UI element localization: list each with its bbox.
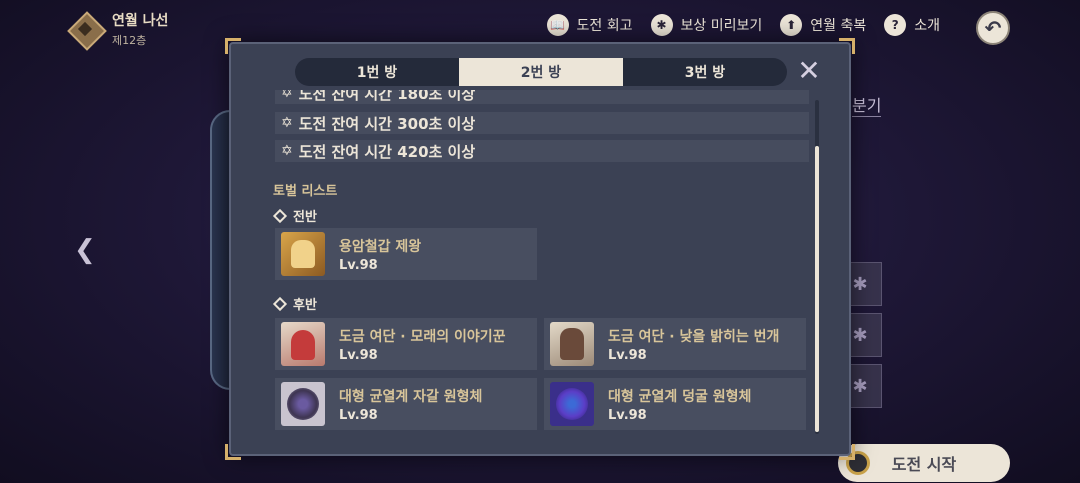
side-label: 분기: [852, 92, 882, 117]
enemy-portrait-icon: [281, 322, 325, 366]
enemy-level: Lv.98: [339, 347, 378, 363]
star-icon: ✡: [281, 143, 293, 159]
enemy-card[interactable]: 도금 여단 · 낮을 밝히는 번개 Lv.98: [544, 318, 806, 370]
previous-arrow-icon[interactable]: ❮: [74, 235, 96, 265]
abyss-emblem-icon: [68, 12, 102, 46]
enemy-name: 도금 여단 · 낮을 밝히는 번개: [608, 328, 780, 345]
enemy-portrait-icon: [550, 382, 594, 426]
menu-label: 소개: [914, 18, 940, 34]
second-half-label: 후반: [272, 294, 317, 313]
enemy-level: Lv.98: [608, 407, 647, 423]
condition-text: 도전 잔여 시간 180초 이상: [298, 90, 476, 103]
enemy-portrait-icon: [281, 382, 325, 426]
enemy-level: Lv.98: [339, 407, 378, 423]
condition-row: ✡ 도전 잔여 시간 180초 이상: [275, 90, 809, 104]
menu-intro[interactable]: ? 소개: [884, 14, 940, 36]
domain-header: 연월 나선 제12층: [68, 10, 168, 48]
close-icon[interactable]: ✕: [795, 57, 823, 86]
tab-chamber-2[interactable]: 2번 방: [459, 58, 623, 86]
enemy-level: Lv.98: [608, 347, 647, 363]
star-icon: ✡: [281, 115, 293, 131]
star-icon: ✡: [281, 90, 293, 101]
condition-text: 도전 잔여 시간 420초 이상: [298, 142, 476, 161]
modal-content[interactable]: ✡ 도전 잔여 시간 180초 이상 ✡ 도전 잔여 시간 300초 이상 ✡ …: [271, 90, 811, 434]
second-half-text: 후반: [293, 298, 317, 313]
enemy-portrait-icon: [550, 322, 594, 366]
chamber-detail-modal: 1번 방 2번 방 3번 방 ✕ ✡ 도전 잔여 시간 180초 이상 ✡ 도전…: [225, 38, 855, 460]
enemy-name: 도금 여단 · 모래의 이야기꾼: [339, 328, 506, 345]
scrollbar[interactable]: [815, 100, 819, 434]
enemy-name: 대형 균열계 자갈 원형체: [339, 388, 483, 405]
blessing-icon: ⬆: [780, 14, 803, 36]
enemy-name: 용암철갑 제왕: [339, 238, 422, 255]
corner-ornament: [839, 444, 855, 460]
chamber-tabs: 1번 방 2번 방 3번 방: [295, 58, 787, 86]
menu-reward-preview[interactable]: ✱ 보상 미리보기: [650, 14, 763, 36]
start-challenge-button[interactable]: 도전 시작: [838, 444, 1010, 482]
enemy-card[interactable]: 대형 균열계 자갈 원형체 Lv.98: [275, 378, 537, 430]
scrollbar-thumb[interactable]: [815, 146, 819, 432]
menu-blessing[interactable]: ⬆ 연월 축복: [780, 14, 866, 36]
enemy-card[interactable]: 도금 여단 · 모래의 이야기꾼 Lv.98: [275, 318, 537, 370]
menu-label: 도전 회고: [576, 18, 633, 34]
enemy-card[interactable]: 대형 균열계 덩굴 원형체 Lv.98: [544, 378, 806, 430]
menu-label: 연월 축복: [810, 18, 867, 34]
book-icon: 📖: [546, 14, 569, 36]
tab-chamber-3[interactable]: 3번 방: [623, 58, 787, 86]
top-menu: 📖 도전 회고 ✱ 보상 미리보기 ⬆ 연월 축복 ? 소개: [546, 14, 940, 36]
domain-title: 연월 나선: [112, 13, 169, 29]
enemy-level: Lv.98: [339, 257, 378, 273]
first-half-label: 전반: [272, 206, 317, 225]
enemy-portrait-icon: [281, 232, 325, 276]
condition-text: 도전 잔여 시간 300초 이상: [298, 114, 476, 133]
corner-ornament: [225, 38, 241, 54]
tab-chamber-1[interactable]: 1번 방: [295, 58, 459, 86]
corner-ornament: [839, 38, 855, 54]
corner-ornament: [225, 444, 241, 460]
diamond-icon: [272, 208, 288, 223]
first-half-text: 전반: [293, 210, 317, 225]
start-button-label: 도전 시작: [891, 455, 957, 474]
floor-label: 제12층: [112, 34, 147, 47]
enemy-card[interactable]: 용암철갑 제왕 Lv.98: [275, 228, 537, 280]
condition-row: ✡ 도전 잔여 시간 420초 이상: [275, 140, 809, 162]
condition-row: ✡ 도전 잔여 시간 300초 이상: [275, 112, 809, 134]
menu-challenge-review[interactable]: 📖 도전 회고: [546, 14, 633, 36]
diamond-icon: [272, 296, 288, 311]
back-button[interactable]: ↶: [976, 11, 1010, 45]
help-icon: ?: [884, 14, 907, 36]
enemy-list-title: 토벌 리스트: [273, 184, 338, 199]
enemy-name: 대형 균열계 덩굴 원형체: [608, 388, 752, 405]
reward-icon: ✱: [650, 14, 673, 36]
menu-label: 보상 미리보기: [680, 18, 763, 34]
